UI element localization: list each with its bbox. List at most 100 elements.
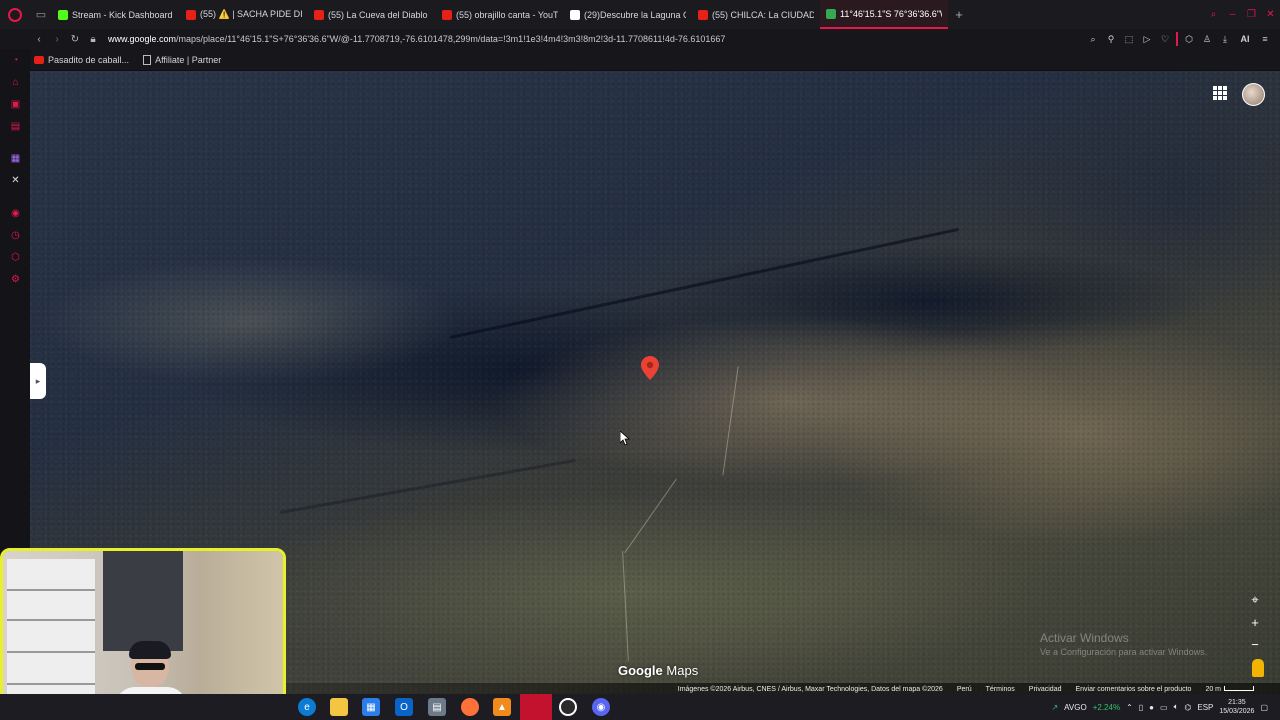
twitch-icon[interactable]: ▦ <box>9 152 22 165</box>
tab-menu-icon[interactable]: ▭ <box>30 0 52 29</box>
x-icon[interactable]: ✕ <box>9 174 22 187</box>
opera-gx-logo-icon[interactable] <box>0 0 30 29</box>
forward-button[interactable]: › <box>48 29 66 49</box>
edge-icon[interactable]: e <box>298 698 316 716</box>
youtube-icon <box>186 9 196 20</box>
snapshot-icon[interactable]: ⬚ <box>1122 32 1136 46</box>
clock[interactable]: 21:35 15/03/2026 <box>1219 698 1254 716</box>
my-location-icon[interactable]: ⌖ <box>1242 589 1268 611</box>
close-button[interactable]: ✕ <box>1261 0 1280 29</box>
mic-icon[interactable]: ● <box>1149 703 1154 712</box>
player-icon[interactable]: ◉ <box>9 207 22 220</box>
app-icon[interactable]: ▤ <box>428 698 446 716</box>
opera-gx-taskbar-icon[interactable] <box>520 694 552 720</box>
vlc-icon[interactable]: ▲ <box>493 698 511 716</box>
outlook-icon[interactable]: O <box>395 698 413 716</box>
url-host: www.google.com <box>108 34 177 44</box>
tab-1[interactable]: (55) ⚠️ | SACHA PIDE DIS <box>180 0 308 29</box>
pin-icon[interactable]: ⚲ <box>1104 32 1118 46</box>
address-bar[interactable]: www.google.com/maps/place/11°46'15.1"S+7… <box>108 34 1068 44</box>
windows-watermark: Activar Windows Ve a Configuración para … <box>1040 631 1208 657</box>
mouse-cursor-icon <box>620 431 630 445</box>
new-tab-button[interactable]: + <box>948 0 970 29</box>
firefox-icon[interactable] <box>461 698 479 716</box>
profile-icon[interactable]: ♙ <box>1200 32 1214 46</box>
discord-icon[interactable]: ◉ <box>592 698 610 716</box>
tab-title: (55) obrajillo canta - YouT <box>456 9 558 20</box>
chevron-up-icon[interactable]: ⌃ <box>1126 703 1133 712</box>
zoom-in-button[interactable]: + <box>1242 611 1268 633</box>
tab-4[interactable]: (29)Descubre la Laguna C <box>564 0 692 29</box>
account-avatar[interactable] <box>1242 83 1265 106</box>
settings-icon[interactable]: ⚙ <box>9 273 22 286</box>
download-icon[interactable]: ⤓ <box>1218 32 1232 46</box>
obs-icon[interactable] <box>559 698 577 716</box>
tab-title: 11°46'15.1"S 76°36'36.6"W <box>840 8 942 19</box>
window-controls: ⌕ – ❐ ✕ <box>1204 0 1280 29</box>
store-icon[interactable]: ▦ <box>362 698 380 716</box>
news-icon[interactable]: ▤ <box>9 120 22 133</box>
maximize-button[interactable]: ❐ <box>1242 0 1261 29</box>
toolbar-icons: ⌕ ⚲ ⬚ ▷ ♡ ⬡ ♙ ⤓ AI ≡ <box>1086 29 1272 49</box>
heart-icon[interactable]: ♡ <box>1158 32 1172 46</box>
battery-icon[interactable]: ▯ <box>1139 703 1143 712</box>
youtube-icon <box>34 55 44 64</box>
stock-trend-icon: ↗ <box>1051 702 1059 712</box>
search-tabs-icon[interactable]: ⌕ <box>1204 0 1223 29</box>
zoom-out-button[interactable]: − <box>1242 633 1268 655</box>
tab-0[interactable]: Stream - Kick Dashboard <box>52 0 180 29</box>
messenger-icon[interactable]: ▣ <box>9 98 22 111</box>
collapse-panel-button[interactable]: ▸ <box>30 363 46 399</box>
bookmarks-bar: Pasadito de caball... Affiliate | Partne… <box>0 49 1280 70</box>
tab-5[interactable]: (55) CHILCA: La CIUDAD <box>692 0 820 29</box>
notifications-icon[interactable]: ▢ <box>1260 703 1268 712</box>
extensions-icon[interactable]: ⬡ <box>1182 32 1196 46</box>
play-icon[interactable]: ▷ <box>1140 32 1154 46</box>
reload-button[interactable]: ↻ <box>66 29 84 49</box>
volume-icon[interactable]: 🔈︎ <box>1174 702 1179 712</box>
gx-corner-icon[interactable]: ⌂ <box>9 76 22 89</box>
tab-title: (55) La Cueva del Diablo <box>328 9 428 20</box>
maps-icon <box>826 8 836 19</box>
screen: ▭ Stream - Kick Dashboard (55) ⚠️ | SACHA… <box>0 0 1280 720</box>
tab-3[interactable]: (55) obrajillo canta - YouT <box>436 0 564 29</box>
file-explorer-icon[interactable] <box>330 698 348 716</box>
language-indicator[interactable]: ESP <box>1197 703 1213 712</box>
location-pin-icon[interactable] <box>641 356 659 380</box>
privacy-link[interactable]: Privacidad <box>1029 686 1062 693</box>
google-maps-logo: Google Maps <box>618 663 699 678</box>
imagery-credit: Imágenes ©2026 Airbus, CNES / Airbus, Ma… <box>677 685 943 693</box>
network-icon[interactable]: ⌬ <box>1184 703 1191 712</box>
tab-6[interactable]: 11°46'15.1"S 76°36'36.6"W <box>820 0 948 29</box>
back-button[interactable]: ‹ <box>30 29 48 49</box>
pegman-icon[interactable] <box>1252 659 1264 677</box>
youtube-icon <box>314 9 324 20</box>
page-icon <box>143 54 152 65</box>
minimize-button[interactable]: – <box>1223 0 1242 29</box>
tab-2[interactable]: (55) La Cueva del Diablo <box>308 0 436 29</box>
google-apps-icon[interactable] <box>1213 86 1227 100</box>
bookmark-label: Affiliate | Partner <box>155 54 222 65</box>
display-icon[interactable]: ▭ <box>1160 703 1168 712</box>
history-icon[interactable]: ◷ <box>9 229 22 242</box>
curtain <box>103 551 183 651</box>
webcam-overlay <box>0 548 286 718</box>
tab-title: (29)Descubre la Laguna C <box>584 9 686 20</box>
extensions-side-icon[interactable]: ⬡ <box>9 251 22 264</box>
address-toolbar: ‹ › ↻ 🔒︎ www.google.com/maps/place/11°46… <box>0 29 1280 49</box>
bookmark-affiliate[interactable]: Affiliate | Partner <box>143 54 222 65</box>
lock-icon: 🔒︎ <box>90 33 96 45</box>
stock-symbol[interactable]: AVGO <box>1064 703 1087 712</box>
terms-link[interactable]: Términos <box>986 686 1015 693</box>
zoom-icon[interactable]: ⌕ <box>1086 32 1100 46</box>
url-path: /maps/place/11°46'15.1"S+76°36'36.6"W/@-… <box>176 34 726 44</box>
menu-icon[interactable]: ≡ <box>1258 32 1272 46</box>
stock-change: +2.24% <box>1092 702 1121 712</box>
feedback-link[interactable]: Enviar comentarios sobre el producto <box>1075 686 1191 693</box>
gx-control-icon[interactable]: ◔ <box>9 54 22 67</box>
country-link[interactable]: Perú <box>957 686 972 693</box>
youtube-icon <box>442 9 452 20</box>
ai-button[interactable]: AI <box>1236 32 1254 46</box>
bookmark-pasadito[interactable]: Pasadito de caball... <box>34 55 129 65</box>
scale-indicator[interactable]: 20 m <box>1205 685 1254 693</box>
